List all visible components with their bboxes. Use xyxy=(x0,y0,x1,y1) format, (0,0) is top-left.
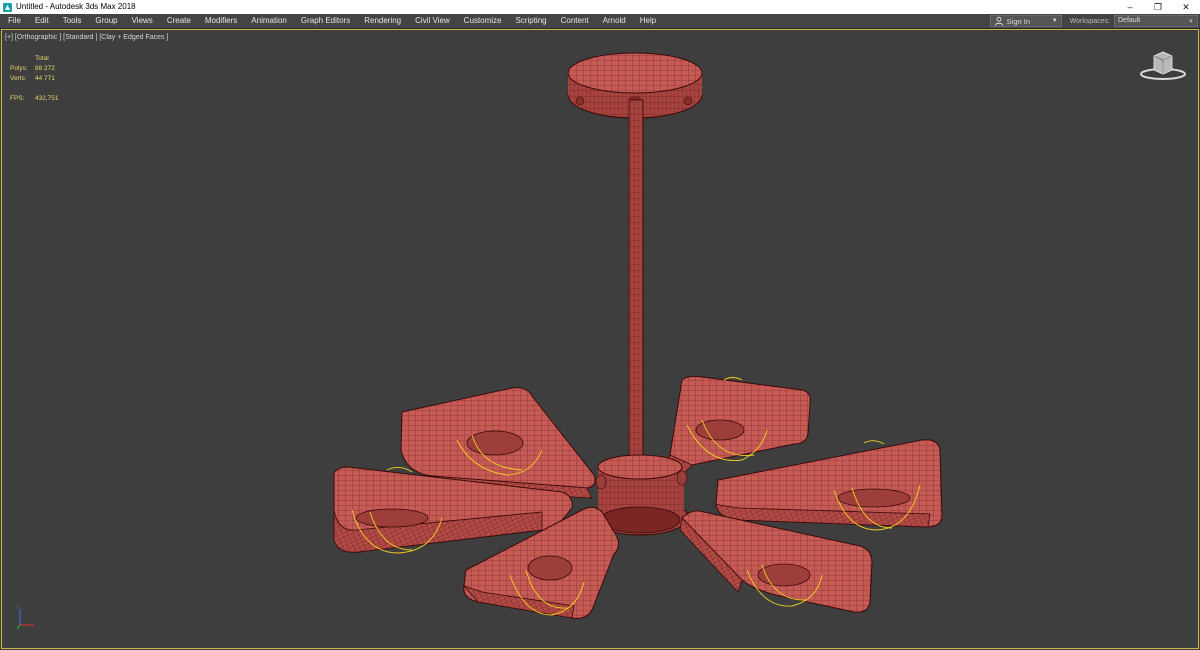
user-icon xyxy=(994,16,1004,26)
menu-create[interactable]: Create xyxy=(160,14,198,28)
menu-customize[interactable]: Customize xyxy=(457,14,509,28)
menu-tools[interactable]: Tools xyxy=(56,14,89,28)
chevron-down-icon: ▼ xyxy=(1188,19,1194,25)
lamp-arm-front-right xyxy=(679,510,873,613)
menu-edit[interactable]: Edit xyxy=(28,14,56,28)
menu-arnold[interactable]: Arnold xyxy=(596,14,633,28)
menu-animation[interactable]: Animation xyxy=(244,14,294,28)
menu-modifiers[interactable]: Modifiers xyxy=(198,14,244,28)
close-button[interactable]: ✕ xyxy=(1172,0,1200,14)
minimize-button[interactable]: – xyxy=(1116,0,1144,14)
workspace-value: Default xyxy=(1118,17,1141,24)
menu-bar: File Edit Tools Group Views Create Modif… xyxy=(0,14,1200,29)
sign-in-label: Sign In xyxy=(1006,16,1031,26)
menu-help[interactable]: Help xyxy=(633,14,663,28)
menu-scripting[interactable]: Scripting xyxy=(508,14,553,28)
viewport-orthographic[interactable]: [+] [Orthographic ] [Standard ] [Clay + … xyxy=(1,29,1199,649)
title-bar: Untitled - Autodesk 3ds Max 2018 – ❐ ✕ xyxy=(0,0,1200,14)
workspace-select[interactable]: Default ▼ xyxy=(1114,15,1198,27)
sign-in-dropdown[interactable]: Sign In ▼ xyxy=(989,15,1062,27)
menu-rendering[interactable]: Rendering xyxy=(357,14,408,28)
window-title: Untitled - Autodesk 3ds Max 2018 xyxy=(16,2,136,11)
menu-content[interactable]: Content xyxy=(554,14,596,28)
chandelier-rod xyxy=(628,99,644,466)
chandelier-model[interactable] xyxy=(2,30,1198,648)
menu-group[interactable]: Group xyxy=(88,14,124,28)
app-icon xyxy=(3,2,12,12)
menu-civil-view[interactable]: Civil View xyxy=(408,14,457,28)
workspaces-label: Workspaces: xyxy=(1069,17,1110,25)
menu-graph-editors[interactable]: Graph Editors xyxy=(294,14,357,28)
restore-button[interactable]: ❐ xyxy=(1144,0,1172,14)
chevron-down-icon: ▼ xyxy=(1051,18,1058,24)
menu-views[interactable]: Views xyxy=(125,14,160,28)
menu-file[interactable]: File xyxy=(0,14,28,28)
